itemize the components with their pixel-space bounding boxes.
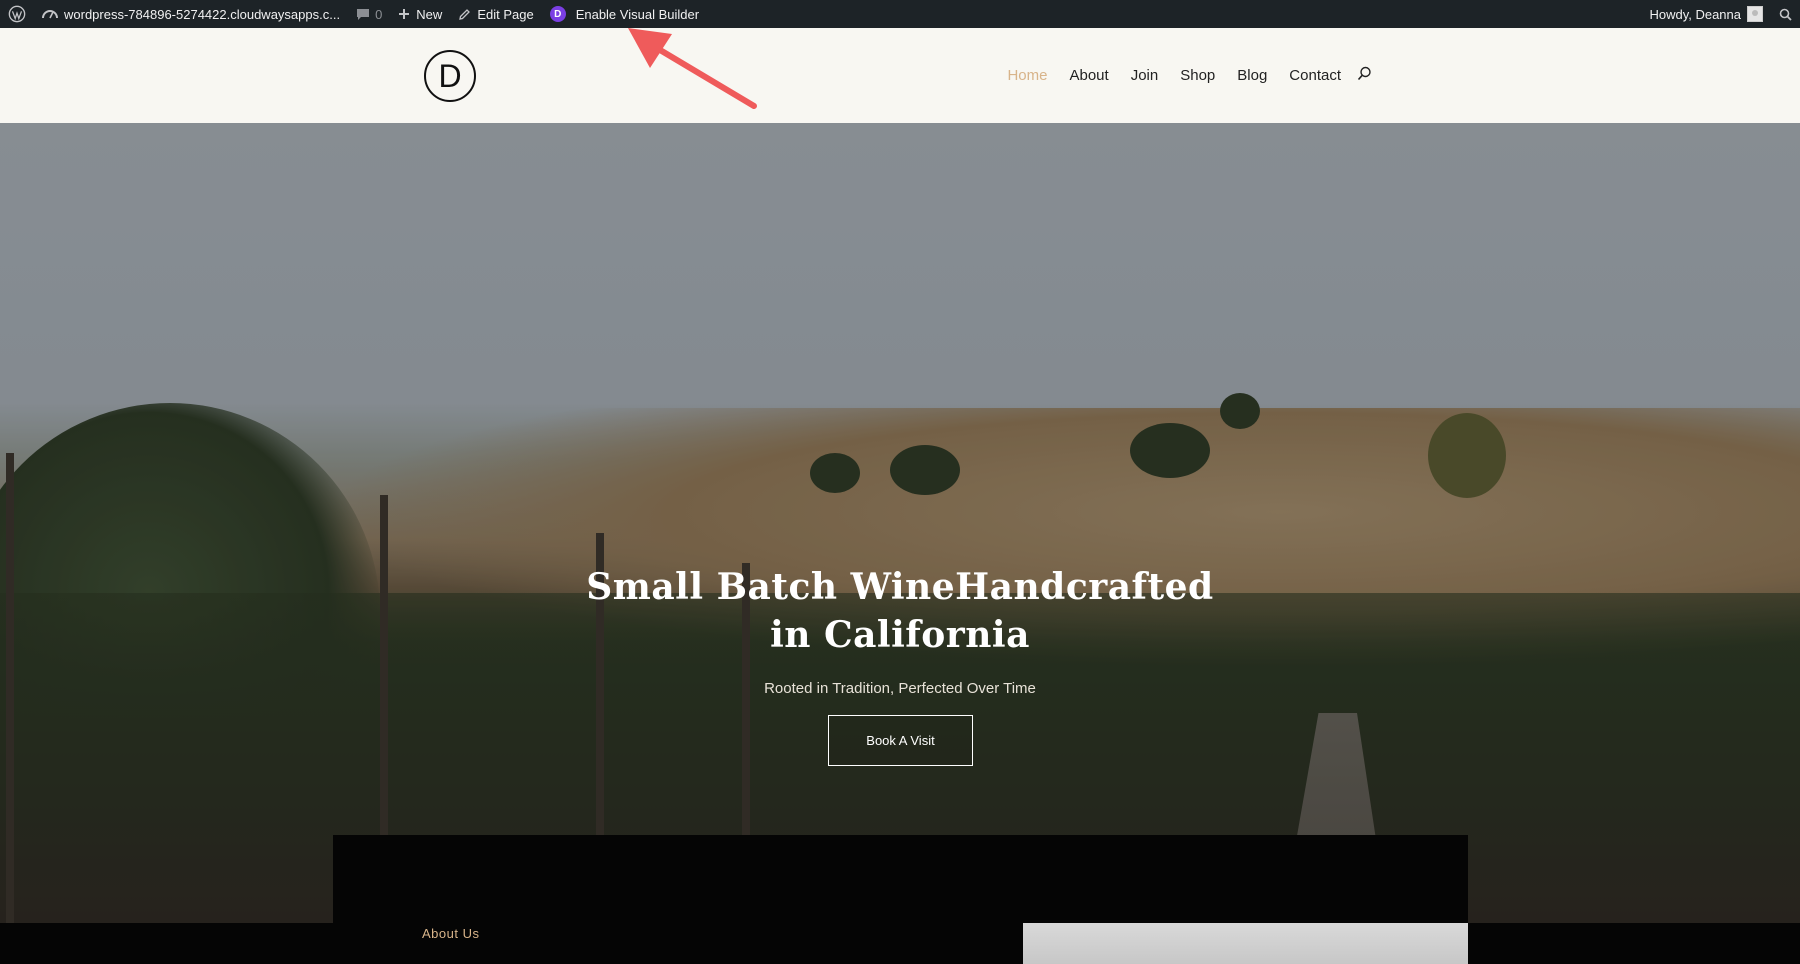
comment-icon	[357, 9, 370, 20]
avatar	[1747, 6, 1763, 22]
annotation-arrow-icon	[628, 28, 757, 109]
edit-page-link[interactable]: Edit Page	[450, 0, 541, 28]
header-search-button[interactable]	[1357, 66, 1372, 85]
hero-title: Small Batch WineHandcrafted in Californi…	[0, 563, 1800, 659]
hero-section: Small Batch WineHandcrafted in Californi…	[0, 123, 1800, 923]
plus-icon	[399, 9, 410, 19]
edit-page-label: Edit Page	[477, 6, 534, 22]
nav-shop[interactable]: Shop	[1180, 67, 1215, 84]
visual-builder-label: Enable Visual Builder	[575, 6, 700, 22]
wordpress-menu[interactable]	[0, 0, 34, 28]
site-url: wordpress-784896-5274422.cloudwaysapps.c…	[64, 6, 341, 22]
search-icon	[1779, 8, 1792, 21]
admin-bar: wordpress-784896-5274422.cloudwaysapps.c…	[0, 0, 1800, 28]
about-us-label: About Us	[422, 926, 480, 941]
nav-about[interactable]: About	[1069, 67, 1108, 84]
comments-count: 0	[375, 6, 383, 22]
hero-overlay	[0, 123, 1800, 923]
my-account-link[interactable]: Howdy, Deanna	[1641, 0, 1771, 28]
site-header: D Home About Join Shop Blog Contact	[0, 28, 1800, 123]
howdy-label: Howdy, Deanna	[1649, 6, 1741, 22]
hero-subtitle: Rooted in Tradition, Perfected Over Time	[764, 680, 1036, 697]
divi-icon: D	[549, 6, 566, 22]
new-label: New	[416, 6, 443, 22]
book-a-visit-button[interactable]: Book A Visit	[828, 715, 973, 766]
site-name-link[interactable]: wordpress-784896-5274422.cloudwaysapps.c…	[34, 0, 348, 28]
about-image	[1023, 923, 1468, 964]
pencil-icon	[459, 8, 471, 20]
nav-join[interactable]: Join	[1131, 67, 1159, 84]
dashboard-icon	[42, 10, 58, 19]
nav-home[interactable]: Home	[1007, 67, 1047, 84]
comments-link[interactable]: 0	[348, 0, 390, 28]
hero-title-line: Small Batch WineHandcrafted	[586, 566, 1214, 608]
admin-search[interactable]	[1771, 0, 1800, 28]
nav-blog[interactable]: Blog	[1237, 67, 1267, 84]
hero-title-line: in California	[770, 614, 1030, 656]
wordpress-icon	[8, 5, 26, 23]
main-nav: Home About Join Shop Blog Contact	[1007, 28, 1372, 123]
site-logo[interactable]: D	[424, 50, 476, 102]
new-content-link[interactable]: New	[390, 0, 450, 28]
nav-contact[interactable]: Contact	[1289, 67, 1341, 84]
search-icon	[1357, 66, 1371, 81]
